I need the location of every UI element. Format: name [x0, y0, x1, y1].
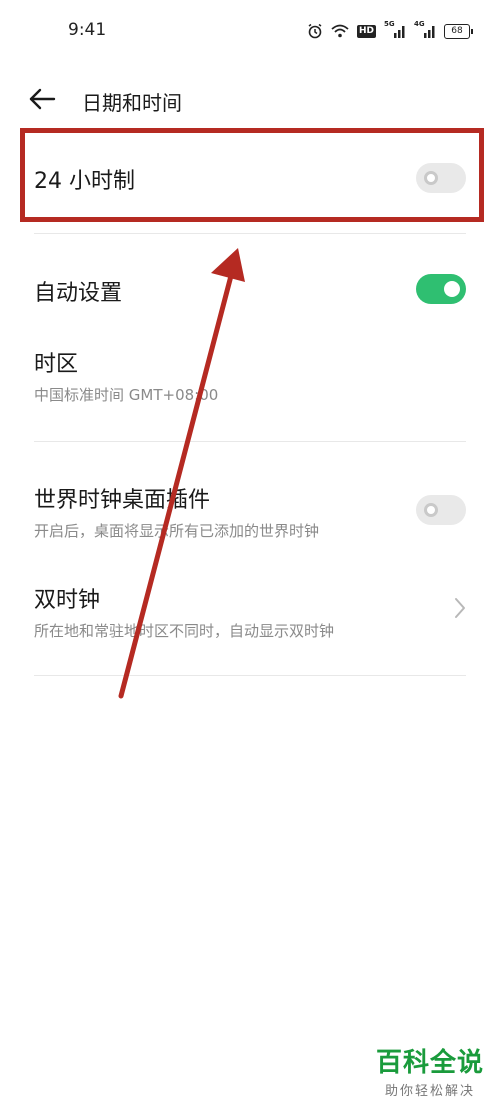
signal-5g-icon: 5G [384, 20, 406, 39]
title-bar: 日期和时间 [0, 78, 500, 122]
watermark-subtitle: 助你轻松解决 [384, 1084, 475, 1099]
divider [34, 233, 466, 234]
setting-timezone[interactable]: 时区 中国标准时间 GMT+08:00 [0, 336, 500, 426]
setting-dual-clock-label: 双时钟 [34, 588, 101, 613]
status-bar: 9:41 HD 5G 4G 68 [0, 0, 500, 60]
setting-world-clock-widget-label: 世界时钟桌面插件 [34, 488, 211, 513]
watermark-title: 百科全说 [375, 1048, 484, 1078]
setting-timezone-label: 时区 [34, 352, 79, 377]
toggle-knob [444, 281, 460, 297]
setting-dual-clock-description: 所在地和常驻地时区不同时，自动显示双时钟 [34, 622, 335, 640]
setting-world-clock-widget-description: 开启后，桌面将显示所有已添加的世界时钟 [34, 522, 320, 540]
setting-auto-set-label: 自动设置 [34, 281, 123, 306]
back-arrow-icon[interactable] [28, 88, 58, 110]
page-title: 日期和时间 [82, 91, 182, 115]
status-time: 9:41 [68, 20, 107, 40]
toggle-knob [424, 503, 438, 517]
alarm-icon [308, 23, 322, 39]
setting-dual-clock[interactable]: 双时钟 所在地和常驻地时区不同时，自动显示双时钟 [0, 570, 500, 650]
divider [34, 441, 466, 442]
chevron-right-icon [455, 598, 465, 618]
toggle-world-clock-widget[interactable] [416, 495, 466, 525]
setting-timezone-value: 中国标准时间 GMT+08:00 [34, 386, 219, 404]
setting-world-clock-widget[interactable]: 世界时钟桌面插件 开启后，桌面将显示所有已添加的世界时钟 [0, 470, 500, 550]
hd-icon: HD [356, 24, 376, 38]
watermark: 百科全说 助你轻松解决 [376, 1048, 484, 1099]
setting-auto-set[interactable]: 自动设置 [0, 260, 500, 322]
divider [34, 675, 466, 676]
status-icons: HD 5G 4G 68 [307, 20, 473, 42]
toggle-auto-set[interactable] [416, 274, 466, 304]
annotation-highlight-box [20, 128, 484, 222]
battery-icon: 68 [444, 23, 473, 39]
wifi-icon [331, 24, 349, 38]
signal-4g-icon: 4G [414, 20, 436, 39]
